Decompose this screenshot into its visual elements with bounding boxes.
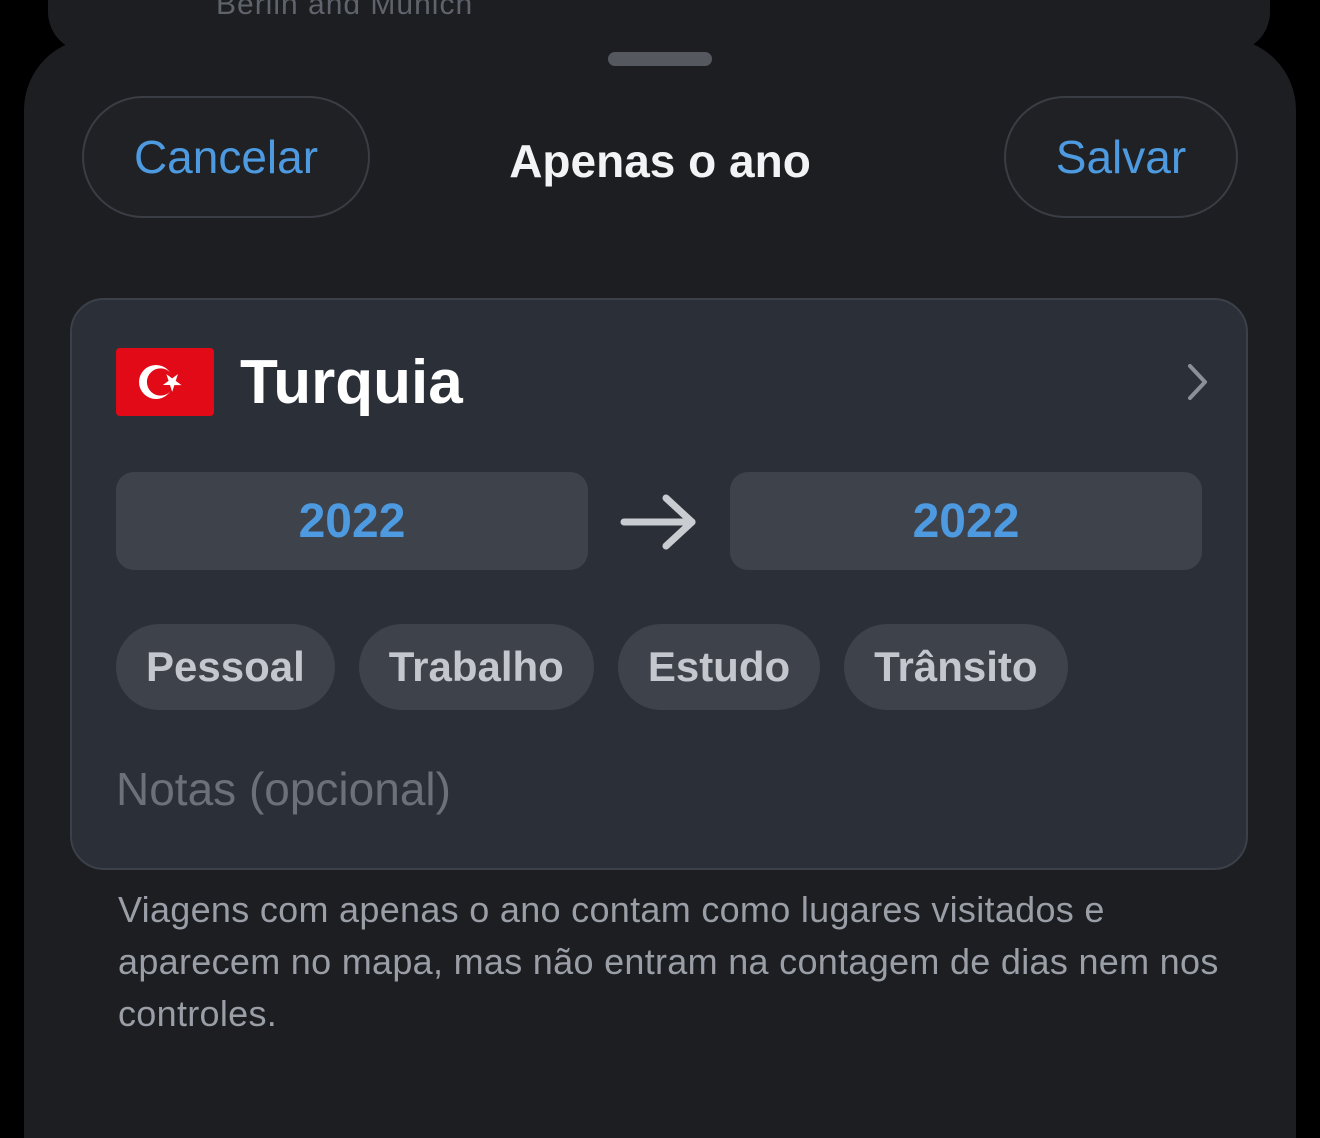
year-only-footnote: Viagens com apenas o ano contam como lug… — [118, 889, 1219, 1034]
category-chip-estudo[interactable]: Estudo — [617, 624, 821, 710]
chevron-right-icon — [1188, 364, 1207, 400]
category-chip-transito[interactable]: Trânsito — [844, 624, 1068, 710]
start-year-picker[interactable]: 2022 — [116, 472, 588, 570]
turkey-flag-icon — [116, 348, 214, 416]
arrow-right-icon — [620, 494, 696, 550]
trip-card: Turquia 2022 2022 Pessoal Trabalho Estud… — [70, 298, 1248, 870]
country-selector[interactable]: Turquia — [116, 346, 1210, 418]
sheet-title: Apenas o ano — [509, 135, 811, 187]
save-button[interactable]: Salvar — [1004, 96, 1238, 218]
notes-input[interactable] — [116, 762, 1196, 816]
category-chip-trabalho[interactable]: Trabalho — [358, 624, 594, 710]
end-year-picker[interactable]: 2022 — [730, 472, 1202, 570]
trip-category-chips: Pessoal Trabalho Estudo Trânsito — [116, 624, 1068, 710]
sheet-grabber[interactable] — [608, 52, 712, 66]
country-name: Turquia — [240, 347, 463, 417]
background-trip-subtitle: Berlin and Munich — [216, 0, 474, 21]
year-only-sheet: Cancelar Apenas o ano Salvar Turquia 202… — [24, 38, 1296, 1138]
category-chip-pessoal[interactable]: Pessoal — [116, 624, 335, 710]
